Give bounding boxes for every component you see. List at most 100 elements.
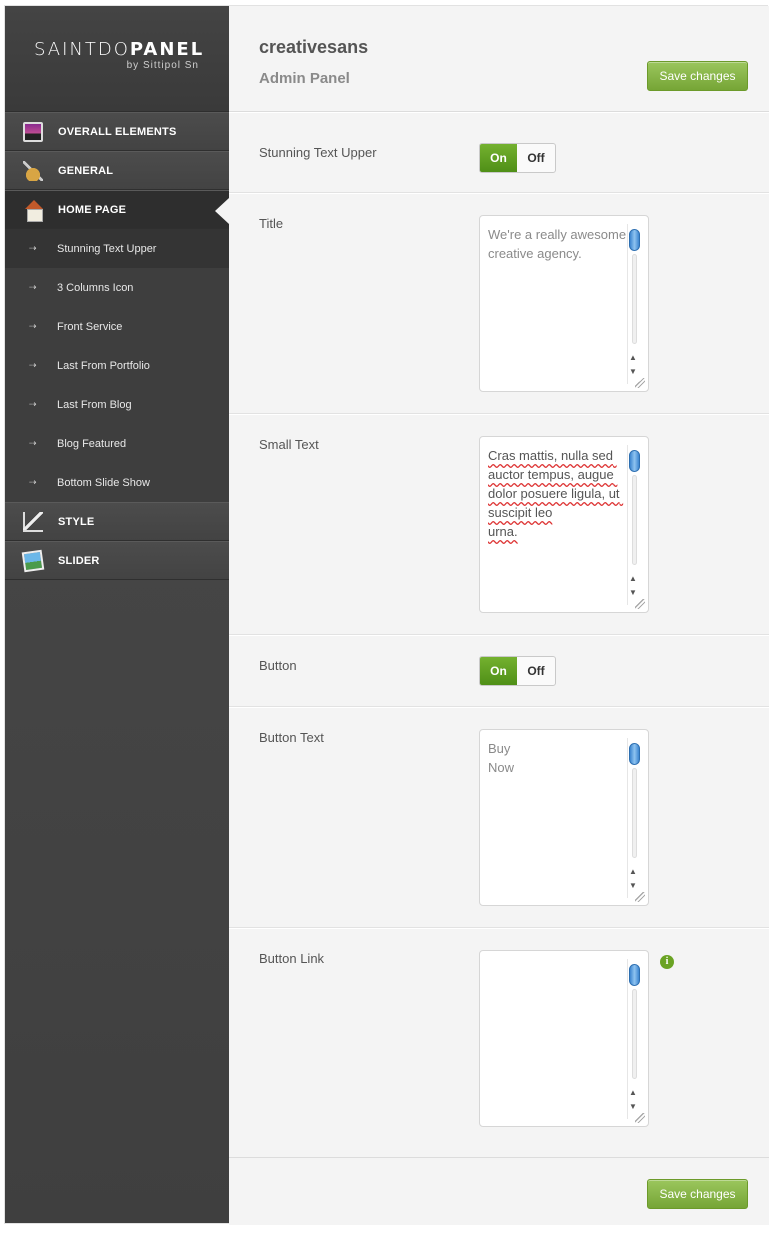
resize-grip-icon[interactable]: [635, 599, 645, 609]
scroll-down-icon[interactable]: ▼: [629, 588, 637, 597]
sidebar-subitem-label: Bottom Slide Show: [57, 476, 150, 489]
textarea-scrollbar[interactable]: ▲ ▼: [627, 738, 641, 898]
textarea-scrollbar[interactable]: ▲ ▼: [627, 959, 641, 1119]
scroll-down-icon[interactable]: ▼: [629, 881, 637, 890]
small-text-textarea-box: Cras mattis, nulla sed auctor tempus, au…: [479, 436, 649, 613]
logo: SAINTDOPANEL by Sittipol Sn: [5, 6, 229, 112]
button-link-textarea-box: ▲ ▼: [479, 950, 649, 1127]
arrow-right-icon: ⇢: [29, 399, 37, 409]
field-label: Stunning Text Upper: [259, 145, 377, 160]
sidebar-subitem-last-from-blog[interactable]: ⇢ Last From Blog: [5, 385, 229, 424]
stunning-text-toggle[interactable]: On Off: [479, 143, 556, 173]
scroll-up-icon[interactable]: ▲: [629, 867, 637, 876]
sidebar-subitem-label: Stunning Text Upper: [57, 242, 157, 255]
resize-grip-icon[interactable]: [635, 378, 645, 388]
sidebar-subitem-label: Last From Blog: [57, 398, 132, 411]
arrow-right-icon: ⇢: [29, 282, 37, 292]
sidebar-item-label: OVERALL ELEMENTS: [58, 125, 177, 138]
toggle-on-button[interactable]: On: [480, 144, 517, 172]
toggle-off-button[interactable]: Off: [517, 657, 555, 685]
home-icon: [23, 199, 43, 222]
small-text-textarea[interactable]: Cras mattis, nulla sed auctor tempus, au…: [480, 437, 628, 612]
scroll-down-icon[interactable]: ▼: [629, 367, 637, 376]
field-title: Title We're a really awesome creative ag…: [229, 193, 769, 414]
panel-name: Admin Panel: [259, 70, 350, 87]
field-label: Button Link: [259, 951, 325, 966]
title-textarea-box: We're a really awesome creative agency. …: [479, 215, 649, 392]
sidebar: SAINTDOPANEL by Sittipol Sn OVERALL ELEM…: [5, 6, 229, 1223]
scroll-down-icon[interactable]: ▼: [629, 1102, 637, 1111]
header: creativesans Admin Panel Save changes: [229, 6, 769, 112]
textarea-scrollbar[interactable]: ▲ ▼: [627, 224, 641, 384]
sidebar-item-label: GENERAL: [58, 164, 114, 177]
arrow-right-icon: ⇢: [29, 360, 37, 370]
toggle-on-button[interactable]: On: [480, 657, 517, 685]
info-icon[interactable]: i: [660, 955, 674, 969]
tools-icon: [23, 160, 43, 181]
field-stunning-text-upper: Stunning Text Upper On Off: [229, 112, 769, 193]
logo-byline: by Sittipol Sn: [126, 60, 199, 71]
monitor-icon: [23, 121, 43, 142]
sidebar-item-general[interactable]: GENERAL: [5, 151, 229, 190]
footer: Save changes: [229, 1157, 769, 1225]
button-toggle[interactable]: On Off: [479, 656, 556, 686]
main-panel: creativesans Admin Panel Save changes St…: [229, 6, 769, 1225]
site-name: creativesans: [259, 37, 369, 57]
field-button-text: Button Text Buy Now ▲ ▼: [229, 707, 769, 928]
title-textarea[interactable]: We're a really awesome creative agency.: [480, 216, 628, 391]
scrollbar-thumb[interactable]: [629, 743, 640, 765]
picture-icon: [21, 549, 45, 572]
sidebar-item-label: SLIDER: [58, 554, 100, 567]
arrow-right-icon: ⇢: [29, 477, 37, 487]
sidebar-subitem-blog-featured[interactable]: ⇢ Blog Featured: [5, 424, 229, 463]
sidebar-item-label: HOME PAGE: [58, 203, 127, 216]
sidebar-item-label: STYLE: [58, 515, 95, 528]
arrow-right-icon: ⇢: [29, 243, 37, 253]
button-text-textarea-box: Buy Now ▲ ▼: [479, 729, 649, 906]
logo-brand-light: SAINTDO: [34, 39, 130, 60]
field-label: Button: [259, 658, 297, 673]
sidebar-item-style[interactable]: STYLE: [5, 502, 229, 541]
scrollbar-thumb[interactable]: [629, 450, 640, 472]
sidebar-subitem-front-service[interactable]: ⇢ Front Service: [5, 307, 229, 346]
scrollbar-thumb[interactable]: [629, 964, 640, 986]
sidebar-subitem-3-columns-icon[interactable]: ⇢ 3 Columns Icon: [5, 268, 229, 307]
scroll-up-icon[interactable]: ▲: [629, 1088, 637, 1097]
set-square-icon: [23, 511, 43, 532]
arrow-right-icon: ⇢: [29, 438, 37, 448]
scrollbar-track: [632, 768, 637, 858]
textarea-scrollbar[interactable]: ▲ ▼: [627, 445, 641, 605]
save-changes-button-top[interactable]: Save changes: [647, 61, 748, 91]
scrollbar-track: [632, 989, 637, 1079]
button-text-textarea[interactable]: Buy Now: [480, 730, 628, 905]
sidebar-item-home-page[interactable]: HOME PAGE: [5, 190, 229, 229]
sidebar-subitem-label: Last From Portfolio: [57, 359, 150, 372]
settings-form: Stunning Text Upper On Off Title We're a…: [229, 112, 769, 1157]
field-button-link: Button Link ▲ ▼ i: [229, 928, 769, 1157]
logo-brand-bold: PANEL: [129, 39, 205, 60]
sidebar-subitem-label: Front Service: [57, 320, 123, 333]
scroll-up-icon[interactable]: ▲: [629, 574, 637, 583]
resize-grip-icon[interactable]: [635, 892, 645, 902]
save-changes-button-bottom[interactable]: Save changes: [647, 1179, 748, 1209]
sidebar-subitem-label: Blog Featured: [57, 437, 127, 450]
arrow-right-icon: ⇢: [29, 321, 37, 331]
scroll-up-icon[interactable]: ▲: [629, 353, 637, 362]
field-label: Small Text: [259, 437, 319, 452]
sidebar-item-overall-elements[interactable]: OVERALL ELEMENTS: [5, 112, 229, 151]
resize-grip-icon[interactable]: [635, 1113, 645, 1123]
sidebar-subitem-label: 3 Columns Icon: [57, 281, 134, 294]
scrollbar-track: [632, 254, 637, 344]
field-small-text: Small Text Cras mattis, nulla sed auctor…: [229, 414, 769, 635]
scrollbar-track: [632, 475, 637, 565]
field-button: Button On Off: [229, 635, 769, 707]
sidebar-subitem-stunning-text-upper[interactable]: ⇢ Stunning Text Upper: [5, 229, 229, 268]
toggle-off-button[interactable]: Off: [517, 144, 555, 172]
sidebar-subitem-bottom-slide-show[interactable]: ⇢ Bottom Slide Show: [5, 463, 229, 502]
app-frame: SAINTDOPANEL by Sittipol Sn OVERALL ELEM…: [4, 5, 769, 1225]
field-label: Button Text: [259, 730, 324, 745]
scrollbar-thumb[interactable]: [629, 229, 640, 251]
sidebar-subitem-last-from-portfolio[interactable]: ⇢ Last From Portfolio: [5, 346, 229, 385]
button-link-textarea[interactable]: [480, 951, 628, 1126]
sidebar-item-slider[interactable]: SLIDER: [5, 541, 229, 580]
